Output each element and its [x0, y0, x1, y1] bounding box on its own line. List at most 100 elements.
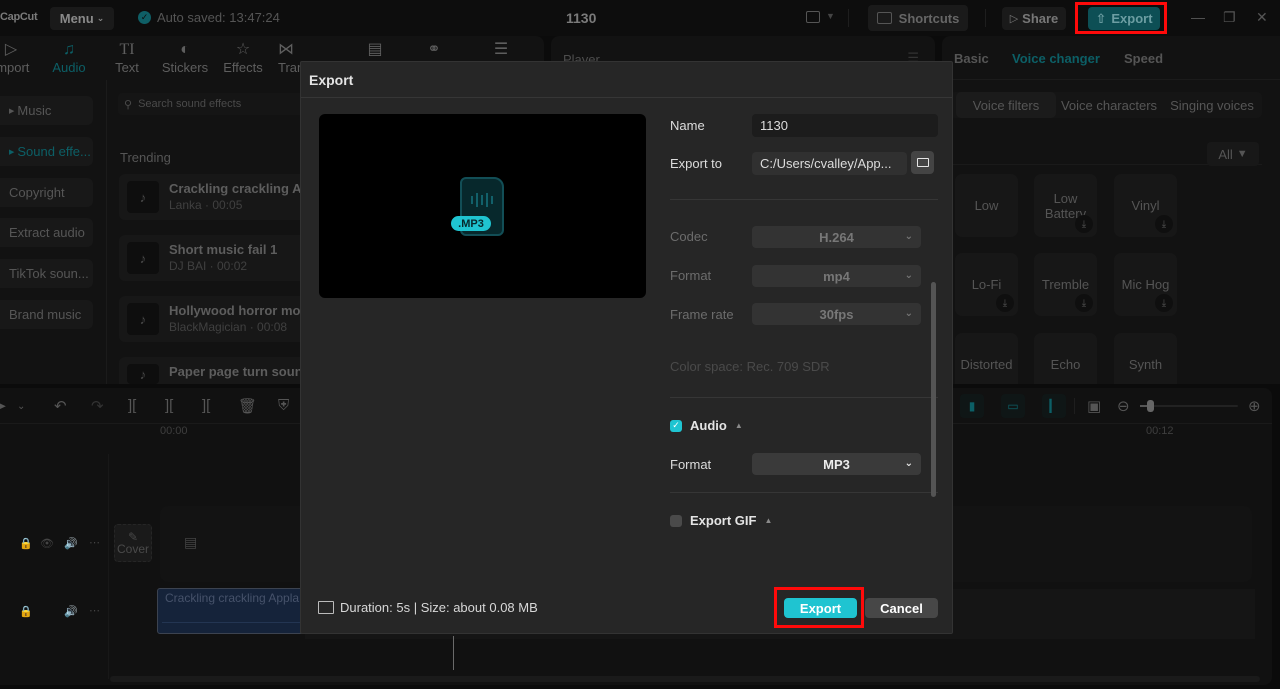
- audio-format-select[interactable]: MP3 ⌄: [752, 453, 921, 475]
- split-left-icon[interactable]: ][: [165, 397, 173, 414]
- auto-snap-icon[interactable]: ▮: [960, 394, 984, 418]
- sidebar-item-brand-music[interactable]: Brand music: [0, 300, 93, 329]
- zoom-slider-thumb[interactable]: [1146, 400, 1154, 412]
- tool-text[interactable]: TI Text: [98, 40, 156, 75]
- split-icon[interactable]: ][: [128, 397, 136, 414]
- tool-filters[interactable]: ⚭: [405, 40, 463, 60]
- sound-meta: Lanka · 00:05: [169, 198, 243, 212]
- redo-icon[interactable]: ↷: [91, 397, 104, 415]
- minimize-icon[interactable]: —: [1191, 9, 1205, 25]
- eye-icon[interactable]: 👁: [40, 537, 54, 550]
- subtab-voice-filters[interactable]: Voice filters: [956, 92, 1056, 118]
- lock-icon[interactable]: 🔒: [19, 537, 33, 550]
- tool-captions[interactable]: ▤: [346, 40, 404, 60]
- audio-section-header[interactable]: ✓ Audio ▲: [670, 418, 743, 433]
- name-input[interactable]: 1130: [752, 114, 938, 137]
- delete-icon[interactable]: 🗑: [238, 397, 257, 415]
- download-icon[interactable]: ⤓: [1075, 215, 1093, 233]
- subtab-singing-voices[interactable]: Singing voices: [1162, 92, 1262, 118]
- settings-scrollbar[interactable]: [931, 282, 936, 497]
- cover-button[interactable]: ✎ Cover: [114, 524, 152, 562]
- sidebar-item-sound-effects[interactable]: ▶ Sound effe...: [0, 137, 93, 166]
- zoom-in-icon[interactable]: ⊕: [1248, 397, 1261, 415]
- sound-item[interactable]: ♪ Paper page turn soun: [119, 357, 309, 384]
- voice-filter-vinyl[interactable]: Vinyl ⤓: [1114, 174, 1177, 237]
- link-clips-icon[interactable]: ▭: [1001, 394, 1025, 418]
- download-icon[interactable]: ⤓: [1155, 215, 1173, 233]
- more-icon[interactable]: ⋯: [89, 604, 100, 617]
- tool-effects[interactable]: ☆ Effects: [214, 40, 272, 75]
- export-gif-checkbox[interactable]: [670, 514, 682, 527]
- voice-filter-synth[interactable]: Synth: [1114, 333, 1177, 384]
- browse-folder-button[interactable]: [911, 151, 934, 174]
- zoom-slider[interactable]: [1140, 400, 1238, 412]
- sound-title: Hollywood horror mo: [169, 303, 301, 318]
- sticker-icon: ◐: [180, 41, 190, 58]
- speaker-icon[interactable]: 🔊: [64, 537, 78, 550]
- download-icon[interactable]: ⤓: [1075, 294, 1093, 312]
- ai-shield-icon[interactable]: ⛨: [278, 397, 289, 414]
- zoom-out-icon[interactable]: ⊖: [1117, 397, 1130, 415]
- audio-checkbox[interactable]: ✓: [670, 419, 682, 432]
- tool-label: Import: [0, 60, 30, 75]
- sound-item[interactable]: ♪ Hollywood horror mo BlackMagician · 00:0…: [119, 296, 309, 342]
- voice-filter-distorted[interactable]: Distorted: [955, 333, 1018, 384]
- voice-filter-low[interactable]: Low: [955, 174, 1018, 237]
- subtab-voice-characters[interactable]: Voice characters: [1058, 92, 1160, 118]
- select-tool-icon[interactable]: ➤: [0, 397, 7, 415]
- music-note-icon: ♫: [63, 41, 75, 58]
- sidebar-item-extract-audio[interactable]: Extract audio: [0, 218, 93, 247]
- close-icon[interactable]: ✕: [1256, 9, 1268, 26]
- voice-filter-low-battery[interactable]: Low Battery ⤓: [1034, 174, 1097, 237]
- download-icon[interactable]: ⤓: [1155, 294, 1173, 312]
- gif-section-header[interactable]: Export GIF ▲: [670, 513, 772, 528]
- more-icon[interactable]: ⋯: [89, 536, 100, 549]
- tab-speed[interactable]: Speed: [1124, 51, 1163, 66]
- audio-clip[interactable]: Crackling crackling Appla: [157, 588, 307, 634]
- tab-basic[interactable]: Basic: [954, 51, 989, 66]
- sidebar-item-music[interactable]: ▶ Music: [0, 96, 93, 125]
- timeline-scrollbar[interactable]: [110, 676, 1260, 682]
- split-right-icon[interactable]: ][: [202, 397, 210, 414]
- undo-icon[interactable]: ↶: [54, 397, 67, 415]
- speaker-icon[interactable]: 🔊: [64, 605, 78, 618]
- tab-voice-changer[interactable]: Voice changer: [1012, 51, 1100, 66]
- sidebar-item-tiktok-sounds[interactable]: TikTok soun...: [0, 259, 93, 288]
- download-icon[interactable]: ⤓: [996, 294, 1014, 312]
- app-logo: CapCut: [0, 11, 38, 23]
- layout-icon[interactable]: [806, 11, 820, 23]
- share-label: Share: [1022, 11, 1059, 26]
- search-sound-effects-input[interactable]: ⚲ Search sound effects: [118, 93, 308, 115]
- share-button[interactable]: ▷ Share: [1002, 7, 1066, 30]
- subtab-label: Voice filters: [972, 97, 1040, 113]
- framerate-select[interactable]: 30fps ⌄: [752, 303, 921, 325]
- shortcuts-button[interactable]: Shortcuts: [868, 5, 968, 31]
- chevron-down-icon[interactable]: ⌄: [17, 401, 25, 412]
- zoom-to-fit-icon[interactable]: ▣: [1087, 397, 1101, 415]
- sidebar-item-copyright[interactable]: Copyright: [0, 178, 93, 207]
- preview-axis-icon[interactable]: ▎: [1042, 394, 1066, 418]
- video-format-select[interactable]: mp4 ⌄: [752, 265, 921, 287]
- caret-up-icon[interactable]: ▲: [735, 421, 743, 430]
- codec-select[interactable]: H.264 ⌄: [752, 226, 921, 248]
- file-type-badge: .MP3: [451, 216, 491, 231]
- sound-item[interactable]: ♪ Short music fail 1 DJ BAI · 00:02: [119, 235, 309, 281]
- voice-filter-mic-hog[interactable]: Mic Hog ⤓: [1114, 253, 1177, 316]
- menu-button[interactable]: Menu ⌄: [50, 7, 114, 30]
- voice-filter-lo-fi[interactable]: Lo-Fi ⤓: [955, 253, 1018, 316]
- caret-up-icon[interactable]: ▲: [764, 516, 772, 525]
- cancel-button[interactable]: Cancel: [865, 598, 938, 618]
- voice-filter-echo[interactable]: Echo: [1034, 333, 1097, 384]
- tool-adjustment[interactable]: ☰: [472, 40, 530, 60]
- voice-filter-tremble[interactable]: Tremble ⤓: [1034, 253, 1097, 316]
- caret-down-icon[interactable]: ▼: [826, 11, 835, 21]
- playhead[interactable]: [453, 636, 454, 670]
- filter-all-button[interactable]: All ▼: [1207, 142, 1259, 166]
- tool-stickers[interactable]: ◐ Stickers: [156, 40, 214, 75]
- tool-import[interactable]: ▷ Import: [0, 40, 40, 75]
- restore-icon[interactable]: ❐: [1223, 9, 1236, 26]
- sound-item[interactable]: ♪ Crackling crackling Ap Lanka · 00:05: [119, 174, 309, 220]
- tool-audio[interactable]: ♫ Audio: [40, 40, 98, 75]
- export-path-input[interactable]: C:/Users/cvalley/App...: [752, 152, 907, 175]
- lock-icon[interactable]: 🔒: [19, 605, 33, 618]
